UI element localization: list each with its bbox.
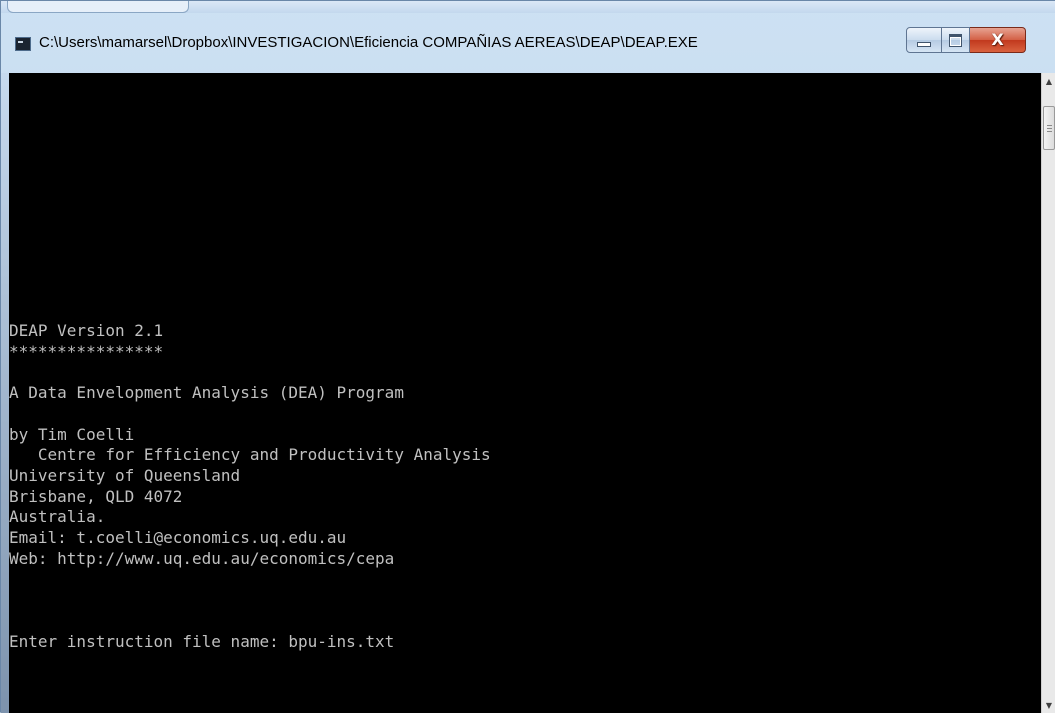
window-title: C:\Users\mamarsel\Dropbox\INVESTIGACION\…	[39, 34, 698, 51]
background-window-strip	[1, 1, 1055, 13]
console-line: DEAP Version 2.1	[9, 321, 164, 341]
console-text: DEAP Version 2.1 **************** A Data E…	[9, 73, 491, 652]
console-line: Email: t.coelli@economics.uq.edu.au	[9, 528, 347, 548]
caption-buttons: X	[906, 27, 1026, 53]
thumb-grip-line	[1047, 125, 1052, 126]
minimize-button[interactable]	[906, 27, 942, 53]
console-line: Web: http://www.uq.edu.au/economics/cepa	[9, 548, 395, 568]
scroll-up-arrow-icon[interactable]: ▲	[1042, 73, 1055, 89]
console-line: University of Queensland	[9, 466, 241, 486]
console-window: C:\Users\mamarsel\Dropbox\INVESTIGACION\…	[0, 0, 1055, 713]
close-button[interactable]: X	[970, 27, 1026, 53]
console-line: Centre for Efficiency and Productivity A…	[9, 445, 491, 465]
thumb-grip-line	[1047, 128, 1052, 129]
scroll-down-arrow-icon[interactable]: ▼	[1042, 697, 1055, 713]
minimize-icon	[917, 41, 931, 47]
console-output[interactable]: DEAP Version 2.1 **************** A Data E…	[9, 73, 1041, 713]
thumb-grip-line	[1047, 131, 1052, 132]
console-line: Enter instruction file name: bpu-ins.txt	[9, 631, 395, 651]
console-line: Australia.	[9, 507, 106, 527]
console-icon[interactable]	[15, 37, 31, 51]
background-window-tab[interactable]	[7, 1, 189, 13]
console-line: ****************	[9, 341, 164, 361]
close-icon: X	[991, 30, 1004, 49]
maximize-button[interactable]	[942, 27, 970, 53]
title-bar[interactable]: C:\Users\mamarsel\Dropbox\INVESTIGACION\…	[1, 13, 1055, 73]
window-left-border	[1, 73, 9, 713]
maximize-icon	[949, 33, 962, 47]
console-line: Brisbane, QLD 4072	[9, 486, 183, 506]
scroll-thumb[interactable]	[1043, 106, 1055, 150]
console-line: by Tim Coelli	[9, 424, 135, 444]
console-line: A Data Envelopment Analysis (DEA) Progra…	[9, 383, 404, 403]
vertical-scrollbar[interactable]: ▲ ▼	[1041, 73, 1055, 713]
